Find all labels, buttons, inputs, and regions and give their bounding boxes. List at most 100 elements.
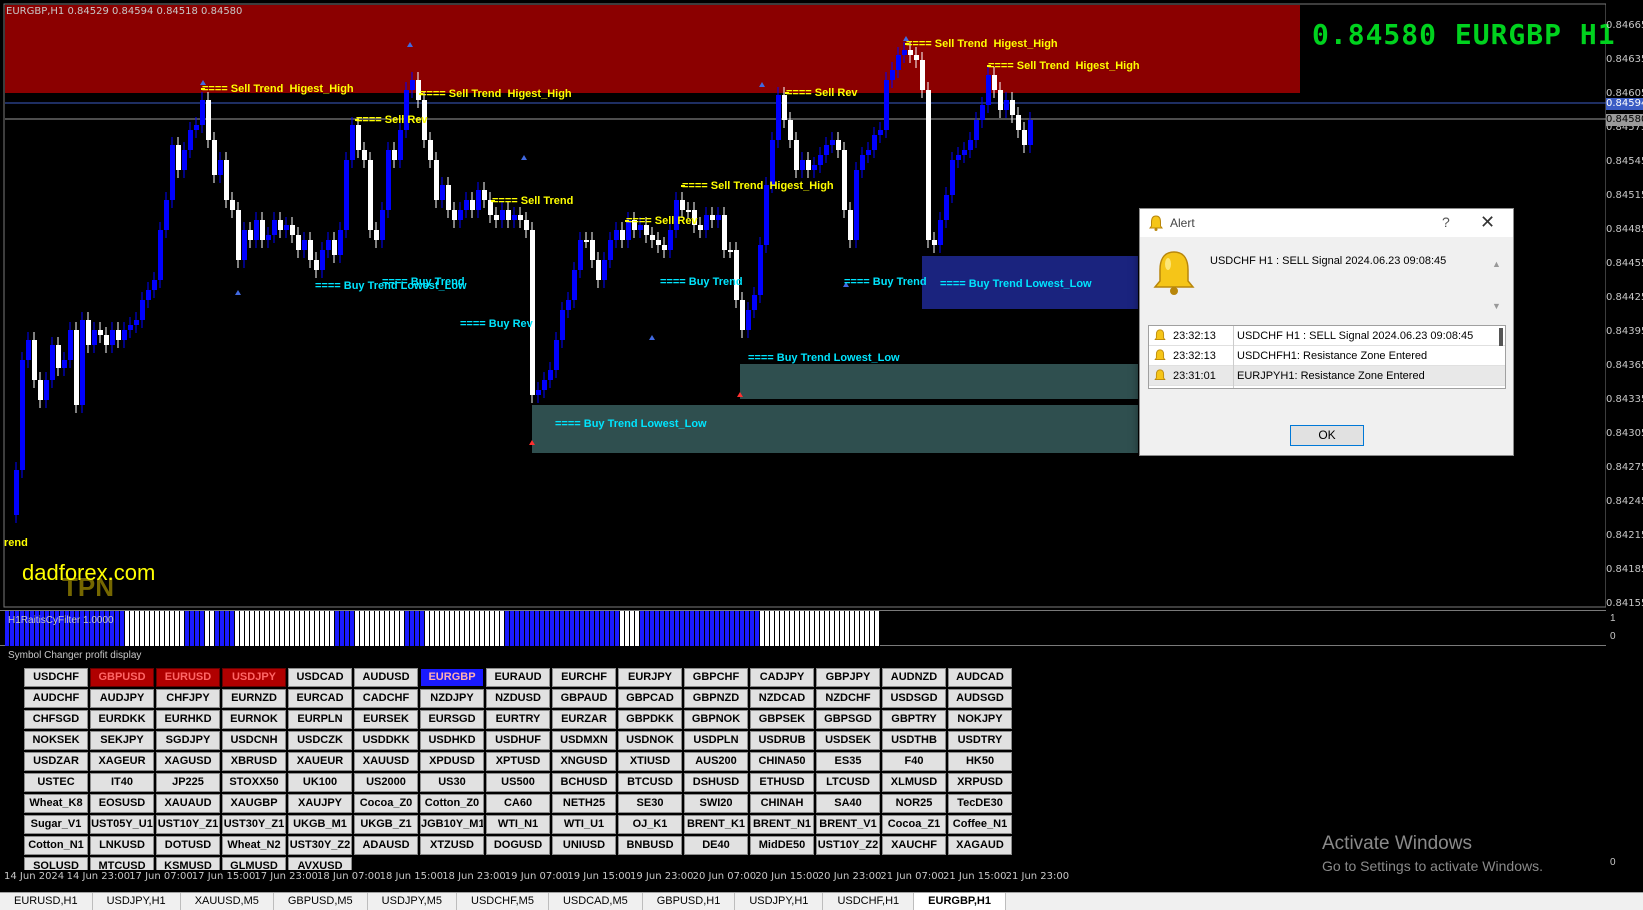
symbol-button[interactable]: GBPNZD: [684, 689, 748, 708]
symbol-button[interactable]: LNKUSD: [90, 836, 154, 855]
symbol-button[interactable]: EURPLN: [288, 710, 352, 729]
symbol-button[interactable]: UST30Y_Z2: [288, 836, 352, 855]
symbol-button[interactable]: USDTHB: [882, 731, 946, 750]
symbol-button[interactable]: SEKJPY: [90, 731, 154, 750]
chart-tab[interactable]: GBPUSD,M5: [274, 893, 368, 910]
symbol-button[interactable]: XPDUSD: [420, 752, 484, 771]
symbol-button[interactable]: STOXX50: [222, 773, 286, 792]
symbol-button[interactable]: CHFJPY: [156, 689, 220, 708]
symbol-button[interactable]: UNIUSD: [552, 836, 616, 855]
symbol-button[interactable]: SE30: [618, 794, 682, 813]
symbol-button[interactable]: NOKSEK: [24, 731, 88, 750]
alert-titlebar[interactable]: Alert ? ✕: [1140, 209, 1513, 237]
symbol-button[interactable]: DE40: [684, 836, 748, 855]
symbol-button[interactable]: XBRUSD: [222, 752, 286, 771]
symbol-button[interactable]: KSMUSD: [156, 857, 220, 870]
indicator-window[interactable]: H1RaitisCyFilter 1.0000 1 0: [0, 610, 1616, 646]
symbol-button[interactable]: CADCHF: [354, 689, 418, 708]
symbol-button[interactable]: USDTRY: [948, 731, 1012, 750]
symbol-button[interactable]: CA60: [486, 794, 550, 813]
symbol-button[interactable]: NZDUSD: [486, 689, 550, 708]
symbol-button[interactable]: USDDKK: [354, 731, 418, 750]
symbol-button[interactable]: UKGB_Z1: [354, 815, 418, 834]
symbol-button[interactable]: NETH25: [552, 794, 616, 813]
chart-tab[interactable]: USDCHF,M5: [457, 893, 549, 910]
chart-tab[interactable]: EURUSD,H1: [0, 893, 93, 910]
symbol-button[interactable]: AUS200: [684, 752, 748, 771]
symbol-button[interactable]: XAGUSD: [156, 752, 220, 771]
symbol-button[interactable]: UST10Y_Z2: [816, 836, 880, 855]
symbol-button[interactable]: UST05Y_U1: [90, 815, 154, 834]
symbol-button[interactable]: USDNOK: [618, 731, 682, 750]
symbol-button[interactable]: NOR25: [882, 794, 946, 813]
symbol-button[interactable]: GBPSGD: [816, 710, 880, 729]
symbol-button[interactable]: AUDCAD: [948, 668, 1012, 687]
symbol-button[interactable]: Wheat_K8: [24, 794, 88, 813]
symbol-button[interactable]: USDHUF: [486, 731, 550, 750]
symbol-button[interactable]: GBPDKK: [618, 710, 682, 729]
symbol-button[interactable]: USDRUB: [750, 731, 814, 750]
symbol-button[interactable]: XNGUSD: [552, 752, 616, 771]
symbol-button[interactable]: EURCAD: [288, 689, 352, 708]
symbol-button[interactable]: UST30Y_Z1: [222, 815, 286, 834]
symbol-button[interactable]: AUDNZD: [882, 668, 946, 687]
symbol-button[interactable]: XAUJPY: [288, 794, 352, 813]
symbol-button[interactable]: BNBUSD: [618, 836, 682, 855]
symbol-button[interactable]: EOSUSD: [90, 794, 154, 813]
symbol-button[interactable]: BCHUSD: [552, 773, 616, 792]
symbol-button[interactable]: DOGUSD: [486, 836, 550, 855]
symbol-button[interactable]: DOTUSD: [156, 836, 220, 855]
scroll-up-arrow-icon[interactable]: ▲: [1492, 259, 1501, 269]
symbol-button[interactable]: JP225: [156, 773, 220, 792]
symbol-button[interactable]: XAUUSD: [354, 752, 418, 771]
symbol-button[interactable]: EURNOK: [222, 710, 286, 729]
symbol-button[interactable]: EURJPY: [618, 668, 682, 687]
symbol-button[interactable]: WTI_N1: [486, 815, 550, 834]
symbol-button[interactable]: AVXUSD: [288, 857, 352, 870]
symbol-button[interactable]: US2000: [354, 773, 418, 792]
symbol-button[interactable]: USDZAR: [24, 752, 88, 771]
symbol-button[interactable]: Sugar_V1: [24, 815, 88, 834]
chart-tab[interactable]: USDJPY,M5: [368, 893, 457, 910]
symbol-button[interactable]: NZDCHF: [816, 689, 880, 708]
symbol-button[interactable]: AUDJPY: [90, 689, 154, 708]
chart-tab[interactable]: USDCHF,H1: [823, 893, 915, 910]
symbol-button[interactable]: NOKJPY: [948, 710, 1012, 729]
symbol-button[interactable]: XAUEUR: [288, 752, 352, 771]
symbol-button[interactable]: GBPTRY: [882, 710, 946, 729]
symbol-button[interactable]: SA40: [816, 794, 880, 813]
symbol-button[interactable]: BRENT_V1: [816, 815, 880, 834]
symbol-button[interactable]: Cotton_Z0: [420, 794, 484, 813]
symbol-button[interactable]: OJ_K1: [618, 815, 682, 834]
symbol-button[interactable]: EURDKK: [90, 710, 154, 729]
symbol-button[interactable]: Cotton_N1: [24, 836, 88, 855]
close-button[interactable]: ✕: [1480, 212, 1495, 233]
symbol-button[interactable]: UKGB_M1: [288, 815, 352, 834]
symbol-button[interactable]: USDSGD: [882, 689, 946, 708]
symbol-button[interactable]: EURTRY: [486, 710, 550, 729]
symbol-button[interactable]: GBPAUD: [552, 689, 616, 708]
symbol-button[interactable]: GBPCAD: [618, 689, 682, 708]
symbol-button[interactable]: XAUCHF: [882, 836, 946, 855]
symbol-button[interactable]: USDJPY: [222, 668, 286, 687]
symbol-button[interactable]: XTIUSD: [618, 752, 682, 771]
symbol-button[interactable]: IT40: [90, 773, 154, 792]
symbol-button[interactable]: USDHKD: [420, 731, 484, 750]
symbol-button[interactable]: GBPSEK: [750, 710, 814, 729]
symbol-button[interactable]: DSHUSD: [684, 773, 748, 792]
symbol-button[interactable]: MidDE50: [750, 836, 814, 855]
symbol-button[interactable]: UK100: [288, 773, 352, 792]
symbol-button[interactable]: EURHKD: [156, 710, 220, 729]
symbol-button[interactable]: GBPNOK: [684, 710, 748, 729]
symbol-button[interactable]: EURCHF: [552, 668, 616, 687]
chart-tab[interactable]: USDJPY,H1: [735, 893, 824, 910]
symbol-button[interactable]: HK50: [948, 752, 1012, 771]
symbol-button[interactable]: XPTUSD: [486, 752, 550, 771]
alert-row[interactable]: 23:31:01 EURJPYH1: Resistance Zone Entere…: [1149, 366, 1505, 386]
symbol-button[interactable]: USDSEK: [816, 731, 880, 750]
symbol-button[interactable]: CHINA50: [750, 752, 814, 771]
symbol-button[interactable]: EURZAR: [552, 710, 616, 729]
symbol-button[interactable]: US500: [486, 773, 550, 792]
symbol-button[interactable]: USTEC: [24, 773, 88, 792]
symbol-button[interactable]: UST10Y_Z1: [156, 815, 220, 834]
